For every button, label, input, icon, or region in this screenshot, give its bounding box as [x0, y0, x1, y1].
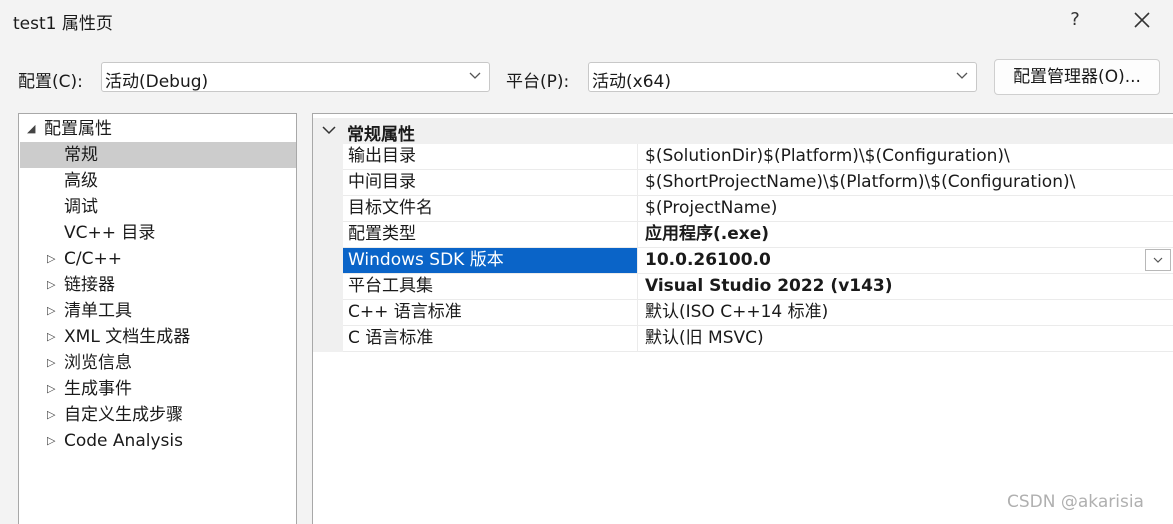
tree-item-code-analysis[interactable]: ▷ Code Analysis [20, 428, 296, 454]
property-row-platform-toolset[interactable]: 平台工具集 Visual Studio 2022 (v143) [343, 274, 1173, 300]
configuration-select[interactable]: 活动(Debug) [101, 62, 490, 92]
tree-item-xml-doc-generator[interactable]: ▷ XML 文档生成器 [20, 324, 296, 350]
tree-item-label: VC++ 目录 [64, 223, 156, 243]
tree-item-general[interactable]: 常规 [20, 142, 296, 168]
close-icon [1134, 12, 1150, 28]
tree-item-label: 调试 [64, 197, 98, 217]
property-name: 中间目录 [343, 170, 638, 195]
window-title: test1 属性页 [13, 14, 113, 34]
tree-item-custom-build-step[interactable]: ▷ 自定义生成步骤 [20, 402, 296, 428]
tree-item-label: XML 文档生成器 [64, 327, 191, 347]
property-row-intermediate-directory[interactable]: 中间目录 $(ShortProjectName)\$(Platform)\$(C… [343, 170, 1173, 196]
collapsed-arrow-icon[interactable]: ▷ [47, 246, 55, 272]
tree-item-manifest-tool[interactable]: ▷ 清单工具 [20, 298, 296, 324]
property-row-target-name[interactable]: 目标文件名 $(ProjectName) [343, 196, 1173, 222]
property-name: 输出目录 [343, 144, 638, 169]
tree-item-label: Code Analysis [64, 431, 183, 451]
property-name: 平台工具集 [343, 274, 638, 299]
grid-gutter [313, 144, 343, 352]
title-bar: test1 属性页 ? [0, 0, 1173, 42]
tree-item-label: 高级 [64, 171, 98, 191]
property-name: 配置类型 [343, 222, 638, 247]
property-value[interactable]: 10.0.26100.0 [641, 248, 1173, 273]
collapsed-arrow-icon[interactable]: ▷ [47, 350, 55, 376]
tree-item-label: 生成事件 [64, 379, 132, 399]
property-row-windows-sdk-version[interactable]: Windows SDK 版本 10.0.26100.0 [343, 248, 1173, 274]
chevron-down-icon [956, 72, 968, 79]
configuration-label: 配置(C): [18, 72, 83, 92]
tree-item-config-properties[interactable]: ◢ 配置属性 [20, 116, 296, 142]
property-name: Windows SDK 版本 [343, 248, 638, 273]
collapsed-arrow-icon[interactable]: ▷ [47, 376, 55, 402]
tree-item-linker[interactable]: ▷ 链接器 [20, 272, 296, 298]
property-row-cpp-language-standard[interactable]: C++ 语言标准 默认(ISO C++14 标准) [343, 300, 1173, 326]
tree-item-debugging[interactable]: 调试 [20, 194, 296, 220]
chevron-down-icon [1153, 257, 1163, 263]
collapsed-arrow-icon[interactable]: ▷ [47, 324, 55, 350]
property-value[interactable]: $(ShortProjectName)\$(Platform)\$(Config… [641, 170, 1173, 195]
tree-item-label: 常规 [64, 145, 98, 165]
platform-select[interactable]: 活动(x64) [588, 62, 977, 92]
property-tree[interactable]: ◢ 配置属性 常规 高级 调试 VC++ 目录 ▷ C/C++ ▷ 链接器 ▷ … [18, 113, 297, 524]
property-value[interactable]: 应用程序(.exe) [641, 222, 1173, 247]
tree-item-c-cpp[interactable]: ▷ C/C++ [20, 246, 296, 272]
configuration-manager-button[interactable]: 配置管理器(O)... [994, 59, 1160, 95]
property-value[interactable]: $(ProjectName) [641, 196, 1173, 221]
tree-item-label: 链接器 [64, 275, 115, 295]
configuration-value: 活动(Debug) [105, 72, 209, 92]
property-row-configuration-type[interactable]: 配置类型 应用程序(.exe) [343, 222, 1173, 248]
property-grid[interactable]: 常规属性 输出目录 $(SolutionDir)$(Platform)\$(Co… [312, 113, 1173, 524]
category-header[interactable]: 常规属性 [313, 118, 1173, 145]
chevron-down-icon [469, 72, 481, 79]
property-row-output-directory[interactable]: 输出目录 $(SolutionDir)$(Platform)\$(Configu… [343, 144, 1173, 170]
tree-item-label: 浏览信息 [64, 353, 132, 373]
collapsed-arrow-icon[interactable]: ▷ [47, 272, 55, 298]
property-row-c-language-standard[interactable]: C 语言标准 默认(旧 MSVC) [343, 326, 1173, 352]
tree-item-label: 自定义生成步骤 [64, 405, 183, 425]
expanded-arrow-icon[interactable]: ◢ [27, 116, 35, 142]
tree-item-label: C/C++ [64, 249, 122, 269]
platform-label: 平台(P): [506, 72, 570, 92]
value-dropdown-button[interactable] [1145, 249, 1171, 271]
close-button[interactable] [1124, 4, 1160, 36]
collapsed-arrow-icon[interactable]: ▷ [47, 402, 55, 428]
property-name: 目标文件名 [343, 196, 638, 221]
property-value[interactable]: Visual Studio 2022 (v143) [641, 274, 1173, 299]
property-name: C 语言标准 [343, 326, 638, 351]
tree-item-label: 清单工具 [64, 301, 132, 321]
property-value[interactable]: 默认(ISO C++14 标准) [641, 300, 1173, 325]
tree-item-advanced[interactable]: 高级 [20, 168, 296, 194]
property-name: C++ 语言标准 [343, 300, 638, 325]
category-label: 常规属性 [347, 125, 415, 145]
help-button[interactable]: ? [1060, 5, 1090, 35]
tree-item-vc-directories[interactable]: VC++ 目录 [20, 220, 296, 246]
property-value[interactable]: 默认(旧 MSVC) [641, 326, 1173, 351]
tree-item-browse-info[interactable]: ▷ 浏览信息 [20, 350, 296, 376]
platform-value: 活动(x64) [592, 72, 671, 92]
property-value[interactable]: $(SolutionDir)$(Platform)\$(Configuratio… [641, 144, 1173, 169]
tree-item-build-events[interactable]: ▷ 生成事件 [20, 376, 296, 402]
tree-item-label: 配置属性 [44, 119, 112, 139]
watermark: CSDN @akarisia [1007, 492, 1144, 512]
collapsed-arrow-icon[interactable]: ▷ [47, 428, 55, 454]
property-pages-window: test1 属性页 ? 配置(C): 活动(Debug) 平台(P): 活动(x… [0, 0, 1173, 524]
collapsed-arrow-icon[interactable]: ▷ [47, 298, 55, 324]
chevron-down-icon[interactable] [322, 126, 336, 135]
